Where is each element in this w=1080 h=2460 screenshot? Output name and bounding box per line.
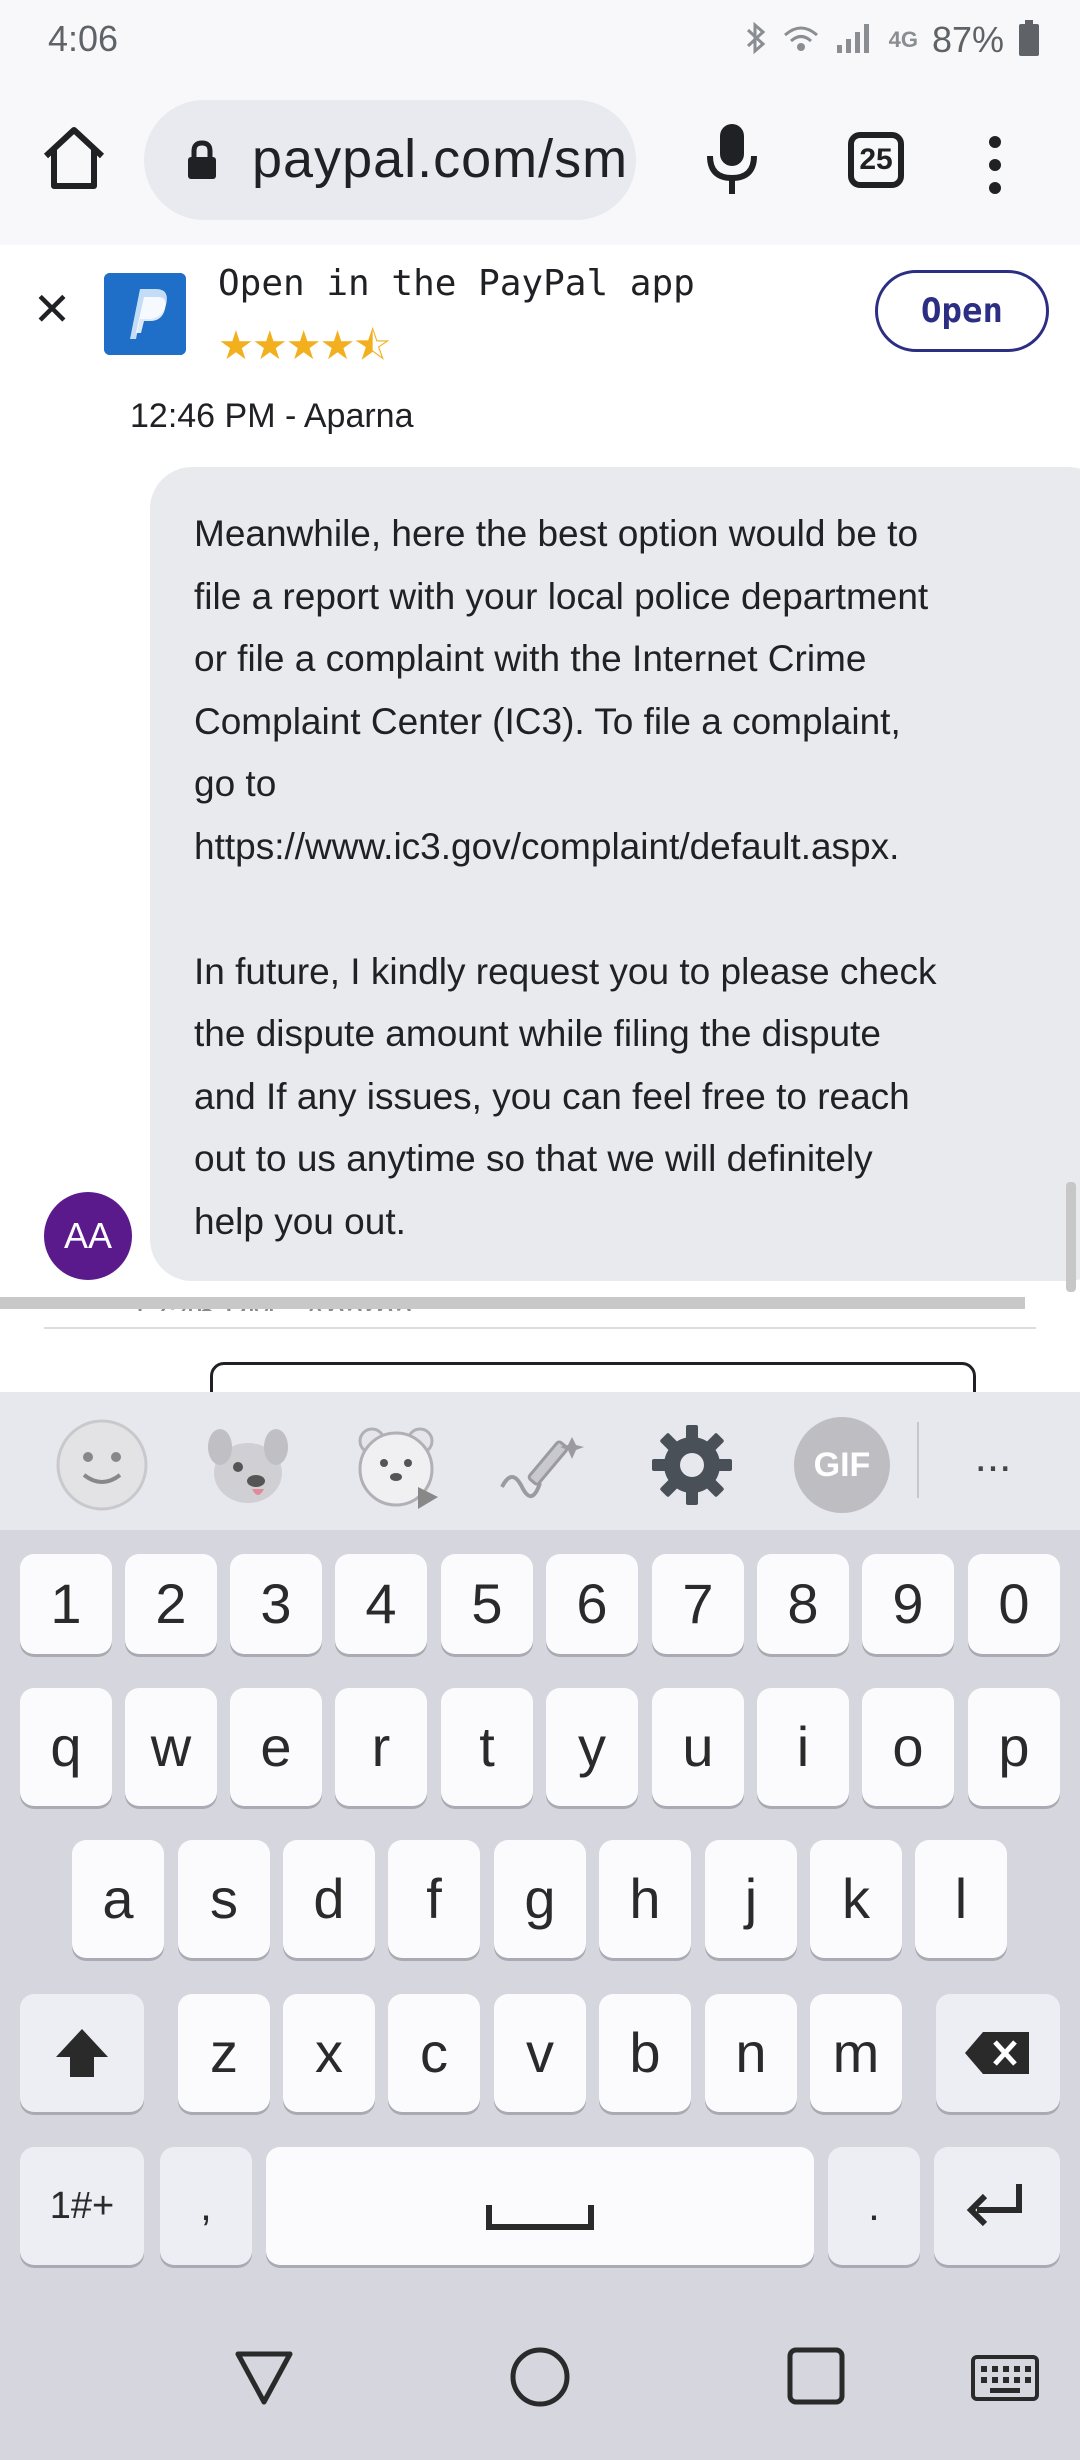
backspace-key[interactable] [936, 1994, 1060, 2112]
microphone-icon[interactable] [700, 120, 764, 200]
key-y[interactable]: y [546, 1688, 638, 1806]
handwriting-icon[interactable] [496, 1417, 592, 1513]
bluetooth-icon [745, 21, 767, 60]
shift-icon [56, 2029, 108, 2077]
key-g[interactable]: g [494, 1840, 586, 1958]
key-t[interactable]: t [441, 1688, 533, 1806]
comma-key[interactable]: , [160, 2147, 252, 2265]
key-f[interactable]: f [388, 1840, 480, 1958]
key-2[interactable]: 2 [125, 1554, 217, 1654]
divider [44, 1327, 1036, 1329]
close-icon[interactable]: ✕ [30, 286, 74, 332]
battery-icon [1018, 19, 1040, 62]
avatar: AA [44, 1192, 132, 1280]
address-bar[interactable]: paypal.com/sm [144, 100, 636, 220]
key-v[interactable]: v [494, 1994, 586, 2112]
key-e[interactable]: e [230, 1688, 322, 1806]
keyboard-toolbar: GIF ... [0, 1392, 1080, 1530]
key-1[interactable]: 1 [20, 1554, 112, 1654]
open-app-button[interactable]: Open [875, 270, 1049, 352]
key-k[interactable]: k [810, 1840, 902, 1958]
key-p[interactable]: p [968, 1688, 1060, 1806]
key-c[interactable]: c [388, 1994, 480, 2112]
gif-label: GIF [794, 1417, 890, 1513]
bear-sticker-icon[interactable] [348, 1417, 444, 1513]
message-bubble: Meanwhile, here the best option would be… [150, 467, 1080, 1281]
key-r[interactable]: r [335, 1688, 427, 1806]
recents-icon[interactable] [786, 2346, 846, 2411]
status-bar: 4:06 4G 87% [0, 0, 1080, 80]
key-h[interactable]: h [599, 1840, 691, 1958]
battery-percent: 87% [931, 19, 1004, 60]
key-0[interactable]: 0 [968, 1554, 1060, 1654]
period-key[interactable]: . [828, 2147, 920, 2265]
back-icon[interactable] [232, 2348, 296, 2413]
key-5[interactable]: 5 [441, 1554, 533, 1654]
home-icon[interactable] [36, 120, 112, 196]
key-7[interactable]: 7 [652, 1554, 744, 1654]
signal-icon [835, 21, 875, 60]
key-n[interactable]: n [705, 1994, 797, 2112]
open-in-app-banner: ✕ Open in the PayPal app ★★★★⯪ Open [0, 245, 1080, 389]
home-nav-icon[interactable] [508, 2345, 572, 2414]
system-nav-bar [0, 2290, 1080, 2460]
tab-switcher-button[interactable]: 25 [848, 132, 904, 188]
gif-icon[interactable]: GIF [794, 1417, 894, 1513]
shift-key[interactable] [20, 1994, 144, 2112]
key-l[interactable]: l [915, 1840, 1007, 1958]
page-load-progress [0, 1297, 1025, 1309]
status-icons: 4G 87% [745, 18, 1040, 62]
key-4[interactable]: 4 [335, 1554, 427, 1654]
key-6[interactable]: 6 [546, 1554, 638, 1654]
lock-icon [186, 140, 218, 180]
key-9[interactable]: 9 [862, 1554, 954, 1654]
status-time: 4:06 [48, 18, 119, 59]
wifi-icon [781, 21, 821, 60]
url-text: paypal.com/sm [252, 129, 629, 189]
key-8[interactable]: 8 [757, 1554, 849, 1654]
chat-area: 12:46 PM - Aparna Meanwhile, here the be… [0, 387, 1080, 1392]
key-j[interactable]: j [705, 1840, 797, 1958]
network-type-label: 4G [888, 27, 918, 52]
message-meta: 12:46 PM - Aparna [130, 397, 414, 435]
key-u[interactable]: u [652, 1688, 744, 1806]
scrollbar[interactable] [1066, 1182, 1076, 1292]
more-menu-icon[interactable] [980, 130, 1010, 200]
toolbar-separator [917, 1422, 919, 1498]
paypal-logo [104, 273, 186, 355]
key-d[interactable]: d [283, 1840, 375, 1958]
key-3[interactable]: 3 [230, 1554, 322, 1654]
key-q[interactable]: q [20, 1688, 112, 1806]
rating-stars: ★★★★⯪ [218, 324, 391, 368]
emoji-icon[interactable] [54, 1417, 150, 1513]
sticker-dog-icon[interactable] [200, 1417, 296, 1513]
keyboard-hide-icon[interactable] [970, 2354, 1040, 2407]
message-text: Meanwhile, here the best option would be… [194, 513, 937, 1242]
space-icon [486, 2205, 594, 2230]
key-s[interactable]: s [178, 1840, 270, 1958]
backspace-icon [965, 2032, 1029, 2074]
key-o[interactable]: o [862, 1688, 954, 1806]
enter-key[interactable] [934, 2147, 1060, 2265]
key-a[interactable]: a [72, 1840, 164, 1958]
key-z[interactable]: z [178, 1994, 270, 2112]
space-key[interactable] [266, 2147, 814, 2265]
more-icon[interactable]: ... [945, 1417, 1041, 1513]
settings-icon[interactable] [644, 1417, 740, 1513]
key-w[interactable]: w [125, 1688, 217, 1806]
key-b[interactable]: b [599, 1994, 691, 2112]
key-i[interactable]: i [757, 1688, 849, 1806]
enter-icon [966, 2184, 1022, 2227]
message-input[interactable] [210, 1362, 976, 1392]
key-m[interactable]: m [810, 1994, 902, 2112]
symbols-key[interactable]: 1#+ [20, 2147, 144, 2265]
banner-title: Open in the PayPal app [218, 263, 695, 304]
key-x[interactable]: x [283, 1994, 375, 2112]
